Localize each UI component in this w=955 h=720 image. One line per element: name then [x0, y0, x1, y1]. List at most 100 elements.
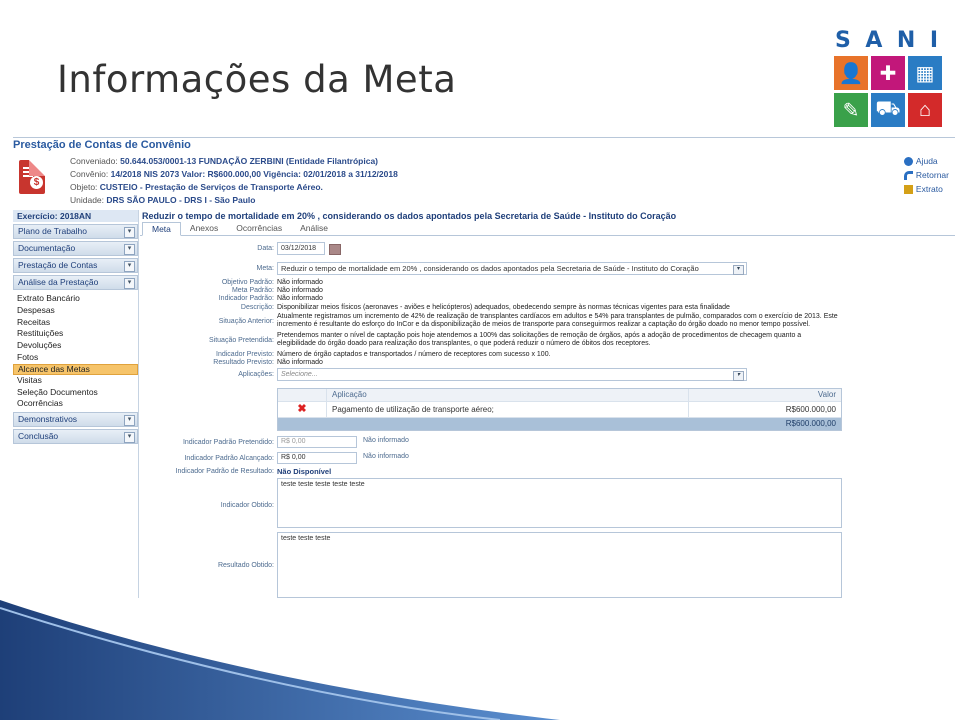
document-money-icon: $ [19, 160, 45, 194]
descricao-label: Descrição: [240, 304, 274, 311]
delete-icon[interactable]: ✖ [297, 403, 306, 415]
ind-alcancado-label: Indicador Padrão Alcançado: [184, 455, 274, 462]
tab-analise[interactable]: Análise [291, 222, 337, 235]
slide-title: Informações da Meta [57, 58, 457, 101]
chevron-down-icon[interactable]: ▾ [124, 261, 135, 272]
ind-resultado-value: Não Disponível [277, 467, 332, 476]
chevron-down-icon[interactable]: ▾ [124, 278, 135, 289]
ambulance-icon: ⛟ [871, 93, 905, 127]
sidebar-item-selecao-documentos[interactable]: Seleção Documentos [13, 387, 138, 399]
objetivo-label: Objetivo Padrão: [221, 279, 274, 286]
sidebar-item-visitas[interactable]: Visitas [13, 375, 138, 387]
indicador-padrao-label: Indicador Padrão: [218, 295, 274, 302]
ind-alcancado-field[interactable]: R$ 0,00 [277, 452, 357, 464]
sidebar-section-prestacao[interactable]: Prestação de Contas ▾ [13, 258, 138, 273]
indicador-previsto-label: Indicador Previsto: [216, 351, 274, 358]
indicador-previsto-value: Número de órgão captados e transportados… [277, 351, 551, 358]
situacao-pretendida-value: Pretendemos manter o nível de captação p… [277, 332, 802, 347]
sidebar-item-alcance-metas[interactable]: Alcance das Metas [13, 363, 138, 375]
situacao-anterior-value: Atualmente registramos um incremento de … [277, 313, 838, 328]
situacao-anterior-label: Situação Anterior: [218, 318, 274, 325]
unidade-line: Unidade: DRS SÃO PAULO - DRS I - São Pau… [70, 195, 256, 205]
descricao-value: Disponibilizar meios físicos (aeronaves … [277, 304, 730, 311]
table-footer: R$600.000,00 [278, 418, 841, 430]
calendar-icon[interactable] [329, 244, 341, 255]
sidebar-section-plano[interactable]: Plano de Trabalho ▾ [13, 224, 138, 239]
logo-letter: S [835, 28, 851, 53]
contract-header: $ Conveniado: 50.644.053/0001-13 FUNDAÇÃ… [13, 152, 955, 212]
meta-title: Reduzir o tempo de mortalidade em 20% , … [142, 211, 677, 221]
sidebar-item-extrato[interactable]: Extrato Bancário [13, 293, 138, 305]
chevron-down-icon: ▾ [733, 265, 744, 275]
tab-ocorrencias[interactable]: Ocorrências [227, 222, 291, 235]
sidebar-section-demonstrativos[interactable]: Demonstrativos ▾ [13, 412, 138, 428]
conveniado-line: Conveniado: 50.644.053/0001-13 FUNDAÇÃO … [70, 156, 379, 166]
extract-link[interactable]: Extrato [903, 184, 949, 194]
meta-padrao-label: Meta Padrão: [231, 287, 274, 294]
ind-resultado-label: Indicador Padrão de Resultado: [175, 468, 274, 475]
resultado-obtido-textarea[interactable]: teste teste teste [277, 532, 842, 598]
ind-alcancado-note: Não informado [363, 453, 409, 460]
medkit-icon: ✚ [871, 56, 905, 90]
aplicacoes-label: Aplicações: [238, 371, 274, 378]
indicador-obtido-label: Indicador Obtido: [220, 502, 274, 509]
sidebar-section-documentacao[interactable]: Documentação ▾ [13, 241, 138, 256]
resultado-previsto-value: Não informado [277, 359, 323, 366]
table-header: Aplicação Valor [278, 389, 841, 402]
logo-tiles: 👤 ✚ ▦ ✎ ⛟ ⌂ [834, 56, 942, 127]
sidebar-item-ocorrencias[interactable]: Ocorrências [13, 398, 138, 410]
extract-icon [903, 184, 913, 194]
back-link[interactable]: Retornar [903, 170, 949, 180]
home-icon: ⌂ [908, 93, 942, 127]
meta-label: Meta: [256, 265, 274, 272]
sidebar-item-devolucoes[interactable]: Devoluções [13, 340, 138, 352]
left-sidebar: Exercício: 2018AN Plano de Trabalho ▾ Doc… [13, 210, 139, 598]
chevron-down-icon[interactable]: ▾ [124, 227, 135, 238]
sani-logo: S A N I 👤 ✚ ▦ ✎ ⛟ ⌂ [831, 30, 942, 130]
logo-word: S A N I [831, 30, 942, 52]
sidebar-section-analise[interactable]: Análise da Prestação ▾ [13, 275, 138, 290]
sidebar-item-restituicoes[interactable]: Restituições [13, 328, 138, 340]
help-link[interactable]: Ajuda [903, 156, 949, 166]
chevron-down-icon[interactable]: ▾ [124, 244, 135, 255]
tab-anexos[interactable]: Anexos [181, 222, 227, 235]
tab-meta[interactable]: Meta [142, 222, 181, 236]
indicador-obtido-textarea[interactable]: teste teste teste teste teste [277, 478, 842, 528]
date-field[interactable]: 03/12/2018 [277, 242, 325, 255]
chevron-down-icon[interactable]: ▾ [124, 415, 135, 427]
tab-bar: Meta Anexos Ocorrências Análise [140, 222, 955, 236]
table-row: ✖ Pagamento de utilização de transporte … [278, 402, 841, 418]
ind-pretendido-field[interactable]: R$ 0,00 [277, 436, 357, 448]
app-title: Prestação de Contas de Convênio [13, 139, 195, 151]
sidebar-section-conclusao[interactable]: Conclusão ▾ [13, 429, 138, 445]
convenio-line: Convênio: 14/2018 NIS 2073 Valor: R$600.… [70, 169, 398, 179]
logo-letter: I [929, 28, 938, 53]
sidebar-item-receitas[interactable]: Receitas [13, 317, 138, 329]
meta-form: Data: 03/12/2018 Meta: Reduzir o tempo d… [140, 236, 955, 598]
row-aplicacao: Pagamento de utilização de transporte aé… [327, 402, 689, 417]
resultado-previsto-label: Resultado Previsto: [213, 359, 274, 366]
row-valor: R$600.000,00 [785, 405, 836, 414]
main-panel: Reduzir o tempo de mortalidade em 20% , … [140, 210, 955, 598]
help-icon [903, 156, 913, 166]
ind-pretendido-label: Indicador Padrão Pretendido: [182, 439, 274, 446]
logo-letter: A [865, 28, 883, 53]
header-links: Ajuda Retornar Extrato [903, 156, 949, 198]
clipboard-icon: ✎ [834, 93, 868, 127]
objeto-line: Objeto: CUSTEIO - Prestação de Serviços … [70, 182, 323, 192]
exercise-header: Exercício: 2018AN [13, 210, 138, 222]
aplicacoes-select[interactable]: Selecione... ▾ [277, 368, 747, 381]
objetivo-value: Não informado [277, 279, 323, 286]
column-header-aplicacao: Aplicação [327, 389, 689, 401]
date-label: Data: [257, 245, 274, 252]
chevron-down-icon[interactable]: ▾ [124, 432, 135, 444]
sidebar-item-fotos[interactable]: Fotos [13, 352, 138, 364]
aplicacoes-table: Aplicação Valor ✖ Pagamento de utilizaçã… [277, 388, 842, 431]
resultado-obtido-label: Resultado Obtido: [217, 562, 274, 569]
sidebar-item-despesas[interactable]: Despesas [13, 305, 138, 317]
back-arrow-icon [903, 170, 913, 180]
app-window: Prestação de Contas de Convênio $ Conven… [13, 137, 955, 598]
chevron-down-icon: ▾ [733, 371, 744, 381]
meta-select[interactable]: Reduzir o tempo de mortalidade em 20% , … [277, 262, 747, 275]
meta-padrao-value: Não informado [277, 287, 323, 294]
